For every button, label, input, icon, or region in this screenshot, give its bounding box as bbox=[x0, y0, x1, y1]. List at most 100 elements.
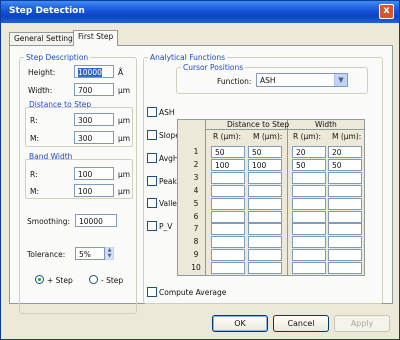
step-description-legend: Step Description bbox=[26, 53, 89, 62]
plus-step-radio[interactable] bbox=[35, 275, 44, 284]
distance-r-cell[interactable] bbox=[211, 184, 245, 197]
chevron-down-icon[interactable]: ▼ bbox=[334, 74, 347, 86]
step-detection-dialog: Step Detection x General Settings First … bbox=[0, 0, 400, 340]
distance-r-unit: µm bbox=[118, 116, 131, 125]
grid-row-number: 1 bbox=[193, 147, 199, 156]
minus-step-radio[interactable] bbox=[89, 275, 98, 284]
width-unit: µm bbox=[118, 86, 131, 95]
tolerance-spinner[interactable]: ▲ ▼ bbox=[105, 247, 114, 260]
slope-checkbox[interactable] bbox=[147, 130, 157, 140]
spin-down-icon[interactable]: ▼ bbox=[106, 253, 113, 260]
p-v-label: P_V bbox=[159, 222, 173, 231]
col-header-r2: R (µm): bbox=[293, 132, 322, 141]
height-input[interactable]: 10000 bbox=[74, 65, 114, 78]
plus-step-label: + Step bbox=[47, 276, 73, 285]
distance-r-cell[interactable] bbox=[211, 249, 245, 262]
tab-general-settings[interactable]: General Settings bbox=[9, 32, 82, 45]
distance-m-cell[interactable] bbox=[248, 249, 282, 262]
width-m-cell[interactable] bbox=[328, 210, 362, 223]
width-label: Width: bbox=[28, 86, 53, 95]
band-r-input[interactable]: 100 bbox=[74, 167, 114, 180]
window-title: Step Detection bbox=[9, 6, 85, 16]
compute-average-label: Compute Average bbox=[159, 288, 227, 297]
width-r-cell[interactable] bbox=[292, 210, 326, 223]
distance-r-cell[interactable] bbox=[211, 171, 245, 184]
width-m-cell[interactable]: 20 bbox=[328, 146, 362, 158]
width-m-cell[interactable] bbox=[328, 236, 362, 249]
function-select[interactable]: ASH ▼ bbox=[256, 73, 348, 87]
function-label: Function: bbox=[217, 77, 252, 86]
smoothing-input[interactable]: 10000 bbox=[75, 214, 117, 227]
distance-r-label: R: bbox=[30, 116, 38, 125]
width-r-cell[interactable] bbox=[292, 262, 326, 275]
width-m-cell[interactable] bbox=[328, 223, 362, 236]
grid-row-number: 9 bbox=[193, 250, 199, 260]
width-m-cell[interactable] bbox=[328, 184, 362, 197]
apply-button[interactable]: Apply bbox=[334, 315, 390, 332]
distance-m-input[interactable]: 300 bbox=[74, 131, 114, 144]
width-r-cell[interactable] bbox=[292, 184, 326, 197]
distance-r-cell[interactable]: 100 bbox=[211, 158, 245, 171]
distance-r-input[interactable]: 300 bbox=[74, 113, 114, 126]
tolerance-label: Tolerance: bbox=[27, 250, 66, 259]
grid-row-number: 10 bbox=[191, 263, 201, 273]
distance-m-cell[interactable] bbox=[248, 223, 282, 236]
width-m-cell[interactable] bbox=[328, 262, 362, 275]
grid-row-number: 5 bbox=[193, 198, 199, 208]
height-unit: Å bbox=[118, 68, 124, 77]
distance-r-cell[interactable] bbox=[211, 197, 245, 210]
close-icon[interactable]: x bbox=[379, 4, 394, 19]
smoothing-label: Smoothing: bbox=[27, 217, 71, 226]
band-r-unit: µm bbox=[118, 170, 131, 179]
width-r-cell[interactable]: 50 bbox=[292, 158, 326, 171]
width-r-cell[interactable] bbox=[292, 223, 326, 236]
band-m-label: M: bbox=[30, 187, 39, 196]
width-m-cell[interactable]: 50 bbox=[328, 158, 362, 171]
title-bar: Step Detection x bbox=[1, 1, 399, 23]
avght-checkbox[interactable] bbox=[147, 153, 157, 163]
cursor-positions-legend: Cursor Positions bbox=[183, 63, 244, 72]
col-header-m: M (µm): bbox=[253, 132, 283, 141]
band-r-label: R: bbox=[30, 170, 38, 179]
distance-m-cell[interactable] bbox=[248, 184, 282, 197]
cancel-button[interactable]: Cancel bbox=[273, 315, 329, 332]
valley-checkbox[interactable] bbox=[147, 198, 157, 208]
width-r-cell[interactable]: 20 bbox=[292, 146, 326, 158]
width-input[interactable]: 700 bbox=[74, 83, 114, 96]
distance-group-header: Distance to Step bbox=[227, 120, 290, 129]
grid-row-number: 2 bbox=[193, 159, 199, 169]
distance-m-cell[interactable] bbox=[248, 262, 282, 275]
distance-m-cell[interactable] bbox=[248, 171, 282, 184]
distance-m-cell[interactable] bbox=[248, 236, 282, 249]
grid-divider bbox=[205, 129, 365, 130]
distance-m-cell[interactable]: 50 bbox=[248, 146, 282, 158]
distance-r-cell[interactable] bbox=[211, 223, 245, 236]
distance-r-cell[interactable] bbox=[211, 262, 245, 275]
width-r-cell[interactable] bbox=[292, 197, 326, 210]
tab-first-step[interactable]: First Step bbox=[73, 30, 119, 46]
distance-m-label: M: bbox=[30, 134, 39, 143]
distance-r-cell[interactable] bbox=[211, 210, 245, 223]
distance-m-unit: µm bbox=[118, 134, 131, 143]
width-r-cell[interactable] bbox=[292, 249, 326, 262]
tolerance-input[interactable]: 5% bbox=[75, 247, 105, 260]
grid-row-number: 6 bbox=[193, 211, 199, 221]
distance-m-cell[interactable] bbox=[248, 210, 282, 223]
peak-label: Peak bbox=[159, 177, 177, 186]
distance-r-cell[interactable]: 50 bbox=[211, 146, 245, 158]
width-m-cell[interactable] bbox=[328, 171, 362, 184]
compute-average-checkbox[interactable] bbox=[147, 287, 157, 297]
width-m-cell[interactable] bbox=[328, 249, 362, 262]
grid-divider bbox=[205, 119, 206, 276]
ash-checkbox[interactable] bbox=[147, 107, 157, 117]
p-v-checkbox[interactable] bbox=[147, 221, 157, 231]
distance-r-cell[interactable] bbox=[211, 236, 245, 249]
ok-button[interactable]: OK bbox=[212, 315, 268, 332]
width-m-cell[interactable] bbox=[328, 197, 362, 210]
distance-m-cell[interactable]: 100 bbox=[248, 158, 282, 171]
band-m-input[interactable]: 100 bbox=[74, 184, 114, 197]
distance-m-cell[interactable] bbox=[248, 197, 282, 210]
width-r-cell[interactable] bbox=[292, 236, 326, 249]
width-r-cell[interactable] bbox=[292, 171, 326, 184]
peak-checkbox[interactable] bbox=[147, 176, 157, 186]
